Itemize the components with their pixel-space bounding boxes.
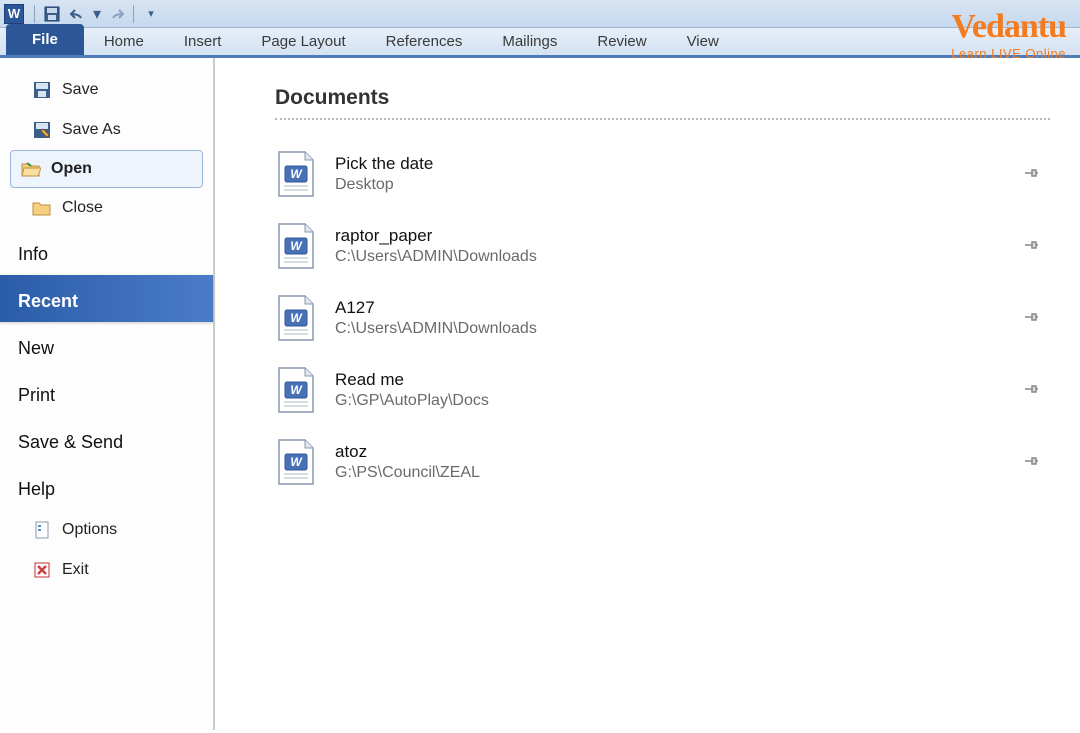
menu-info[interactable]: Info [0,228,213,275]
recent-document-row[interactable]: W Pick the date Desktop [275,138,1050,210]
undo-icon[interactable] [66,4,90,24]
tab-file[interactable]: File [6,24,84,55]
doc-path: G:\GP\AutoPlay\Docs [335,392,1022,410]
tab-home[interactable]: Home [84,27,164,55]
separator [133,5,134,23]
pin-icon[interactable] [1022,380,1042,400]
doc-name: atoz [335,442,1022,462]
recent-document-row[interactable]: W atoz G:\PS\Council\ZEAL [275,426,1050,498]
pin-icon[interactable] [1022,236,1042,256]
word-document-icon: W [275,366,317,414]
menu-label: Save [62,81,98,99]
doc-path: G:\PS\Council\ZEAL [335,464,1022,482]
backstage-view: Save Save As Open Close Info Recent New … [0,58,1080,730]
doc-path: C:\Users\ADMIN\Downloads [335,320,1022,338]
recent-document-row[interactable]: W A127 C:\Users\ADMIN\Downloads [275,282,1050,354]
recent-documents-panel: Documents W Pick the date Desktop W rapt… [215,58,1080,730]
menu-recent[interactable]: Recent [0,275,213,322]
menu-new[interactable]: New [0,322,213,369]
save-as-icon [32,120,52,140]
separator [34,5,35,23]
brand-tagline: Learn LIVE Online [951,46,1066,61]
menu-options[interactable]: Options [0,510,213,550]
svg-text:W: W [290,239,303,253]
doc-info: Read me G:\GP\AutoPlay\Docs [335,370,1022,410]
pin-icon[interactable] [1022,452,1042,472]
doc-path: Desktop [335,176,1022,194]
tab-review[interactable]: Review [577,27,666,55]
watermark: Vedantu Learn LIVE Online [951,8,1066,61]
svg-text:W: W [290,311,303,325]
quick-access-toolbar: W ▾ ▾ [0,0,1080,28]
undo-dropdown-icon[interactable]: ▾ [92,4,102,24]
word-document-icon: W [275,150,317,198]
backstage-side-menu: Save Save As Open Close Info Recent New … [0,58,215,730]
menu-print[interactable]: Print [0,369,213,416]
doc-name: Pick the date [335,154,1022,174]
recent-document-row[interactable]: W raptor_paper C:\Users\ADMIN\Downloads [275,210,1050,282]
menu-close[interactable]: Close [0,188,213,228]
recent-document-row[interactable]: W Read me G:\GP\AutoPlay\Docs [275,354,1050,426]
options-icon [32,520,52,540]
doc-info: raptor_paper C:\Users\ADMIN\Downloads [335,226,1022,266]
pin-icon[interactable] [1022,308,1042,328]
tab-references[interactable]: References [366,27,483,55]
pin-icon[interactable] [1022,164,1042,184]
menu-label: Save As [62,121,121,139]
menu-label: Exit [62,561,89,579]
doc-name: A127 [335,298,1022,318]
word-document-icon: W [275,222,317,270]
word-document-icon: W [275,438,317,486]
menu-open[interactable]: Open [10,150,203,188]
menu-label: Open [51,160,92,178]
tab-insert[interactable]: Insert [164,27,242,55]
open-folder-icon [21,159,41,179]
tab-mailings[interactable]: Mailings [482,27,577,55]
menu-label: Close [62,199,103,217]
doc-info: atoz G:\PS\Council\ZEAL [335,442,1022,482]
redo-icon[interactable] [104,4,128,24]
menu-help[interactable]: Help [0,463,213,510]
ribbon-tabs: File Home Insert Page Layout References … [0,28,1080,58]
svg-text:W: W [290,167,303,181]
word-document-icon: W [275,294,317,342]
customize-qat-icon[interactable]: ▾ [139,4,163,24]
menu-save-as[interactable]: Save As [0,110,213,150]
svg-text:W: W [290,455,303,469]
menu-save-send[interactable]: Save & Send [0,416,213,463]
doc-name: Read me [335,370,1022,390]
tab-page-layout[interactable]: Page Layout [241,27,365,55]
section-header: Documents [275,86,1050,120]
menu-save[interactable]: Save [0,70,213,110]
close-folder-icon [32,198,52,218]
svg-text:W: W [290,383,303,397]
doc-info: Pick the date Desktop [335,154,1022,194]
doc-name: raptor_paper [335,226,1022,246]
tab-view[interactable]: View [667,27,739,55]
doc-path: C:\Users\ADMIN\Downloads [335,248,1022,266]
brand-logo: Vedantu [951,8,1066,46]
menu-label: Options [62,521,117,539]
save-icon [32,80,52,100]
doc-info: A127 C:\Users\ADMIN\Downloads [335,298,1022,338]
word-app-icon: W [4,4,24,24]
save-icon[interactable] [40,4,64,24]
menu-exit[interactable]: Exit [0,550,213,590]
exit-icon [32,560,52,580]
